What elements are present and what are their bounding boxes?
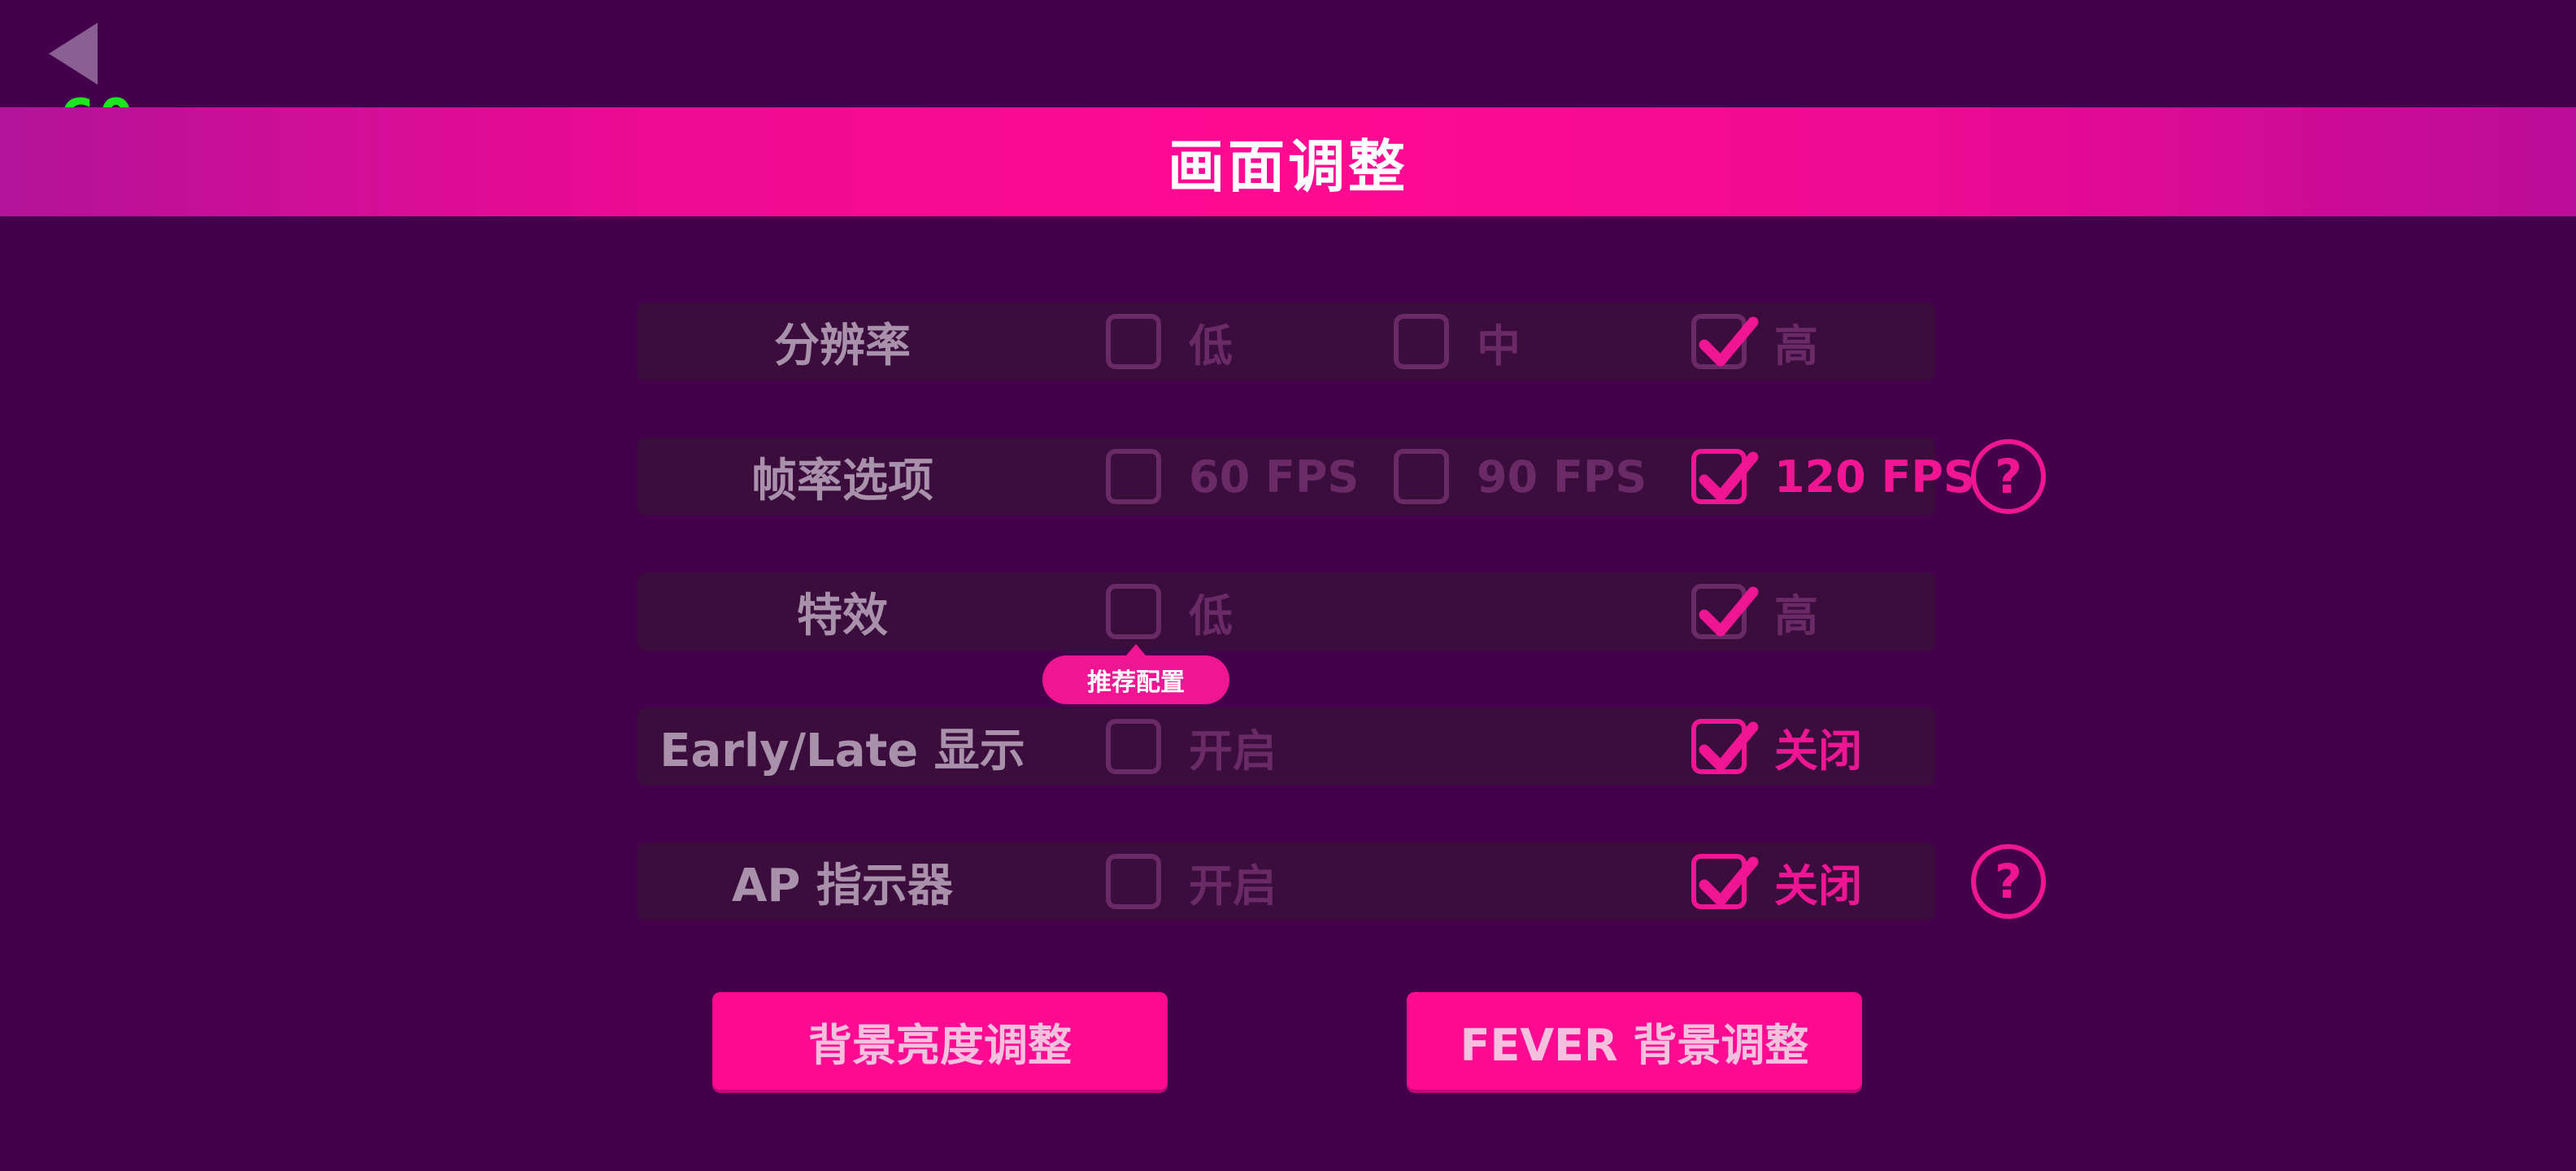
- checkbox-checked[interactable]: [1691, 314, 1759, 369]
- ap-indicator-option-off[interactable]: 关闭: [1691, 842, 1862, 921]
- checkmark-icon: [1699, 856, 1759, 907]
- option-label: 开启: [1189, 860, 1277, 912]
- option-label: 关闭: [1774, 860, 1862, 912]
- option-label: 中: [1477, 320, 1521, 372]
- framerate-help-button[interactable]: ?: [1971, 439, 2046, 514]
- question-icon: ?: [1995, 449, 2022, 504]
- effects-row: 特效 低 高: [637, 572, 1935, 651]
- checkmark-icon: [1699, 586, 1759, 637]
- fever-background-button[interactable]: FEVER 背景调整: [1407, 992, 1862, 1090]
- checkbox[interactable]: [1394, 449, 1449, 504]
- option-label: 高: [1774, 320, 1818, 372]
- title-bar: 画面调整: [0, 107, 2576, 216]
- effects-option-high[interactable]: 高: [1691, 572, 1818, 651]
- checkbox-checked[interactable]: [1691, 854, 1759, 909]
- checkbox-checked[interactable]: [1691, 719, 1759, 774]
- checkbox[interactable]: [1106, 314, 1161, 369]
- checkbox[interactable]: [1394, 314, 1449, 369]
- option-label: 120 FPS: [1774, 451, 1975, 503]
- background-brightness-button[interactable]: 背景亮度调整: [712, 992, 1168, 1090]
- framerate-option-60[interactable]: 60 FPS: [1106, 437, 1359, 516]
- effects-option-low[interactable]: 低: [1106, 572, 1233, 651]
- checkbox-checked[interactable]: [1691, 584, 1759, 639]
- framerate-row: 帧率选项 60 FPS 90 FPS 120 FPS: [637, 437, 1975, 516]
- checkbox-checked[interactable]: [1691, 449, 1759, 504]
- framerate-option-120[interactable]: 120 FPS: [1691, 437, 1975, 516]
- back-arrow-icon[interactable]: [49, 23, 98, 85]
- option-label: 60 FPS: [1189, 451, 1360, 503]
- framerate-option-90[interactable]: 90 FPS: [1394, 437, 1647, 516]
- checkbox[interactable]: [1106, 449, 1161, 504]
- recommended-badge: 推荐配置: [1042, 644, 1229, 704]
- graphics-settings-screen: 60 画面调整 分辨率 低 中 高 帧率选项 60 FPS: [0, 0, 2576, 1171]
- resolution-option-high[interactable]: 高: [1691, 303, 1818, 381]
- page-title: 画面调整: [1168, 133, 1408, 200]
- effects-label: 特效: [797, 589, 888, 642]
- checkbox[interactable]: [1106, 584, 1161, 639]
- option-label: 90 FPS: [1477, 451, 1647, 503]
- resolution-option-mid[interactable]: 中: [1394, 303, 1521, 381]
- ap-indicator-option-on[interactable]: 开启: [1106, 842, 1277, 921]
- checkbox[interactable]: [1106, 719, 1161, 774]
- checkmark-icon: [1699, 721, 1759, 772]
- resolution-label: 分辨率: [774, 319, 911, 372]
- early-late-label: Early/Late 显示: [659, 724, 1025, 777]
- option-label: 开启: [1189, 725, 1277, 777]
- option-label: 低: [1189, 320, 1233, 372]
- resolution-option-low[interactable]: 低: [1106, 303, 1233, 381]
- framerate-label: 帧率选项: [751, 454, 933, 507]
- early-late-row: Early/Late 显示 开启 关闭: [637, 707, 1935, 786]
- early-late-option-on[interactable]: 开启: [1106, 707, 1277, 786]
- checkmark-icon: [1699, 451, 1759, 502]
- question-icon: ?: [1995, 854, 2022, 909]
- option-label: 高: [1774, 590, 1818, 642]
- checkmark-icon: [1699, 316, 1759, 367]
- checkbox[interactable]: [1106, 854, 1161, 909]
- option-label: 低: [1189, 590, 1233, 642]
- ap-indicator-label: AP 指示器: [732, 859, 953, 912]
- option-label: 关闭: [1774, 725, 1862, 777]
- early-late-option-off[interactable]: 关闭: [1691, 707, 1862, 786]
- resolution-row: 分辨率 低 中 高: [637, 303, 1935, 381]
- ap-indicator-help-button[interactable]: ?: [1971, 844, 2046, 919]
- ap-indicator-row: AP 指示器 开启 关闭: [637, 842, 1935, 921]
